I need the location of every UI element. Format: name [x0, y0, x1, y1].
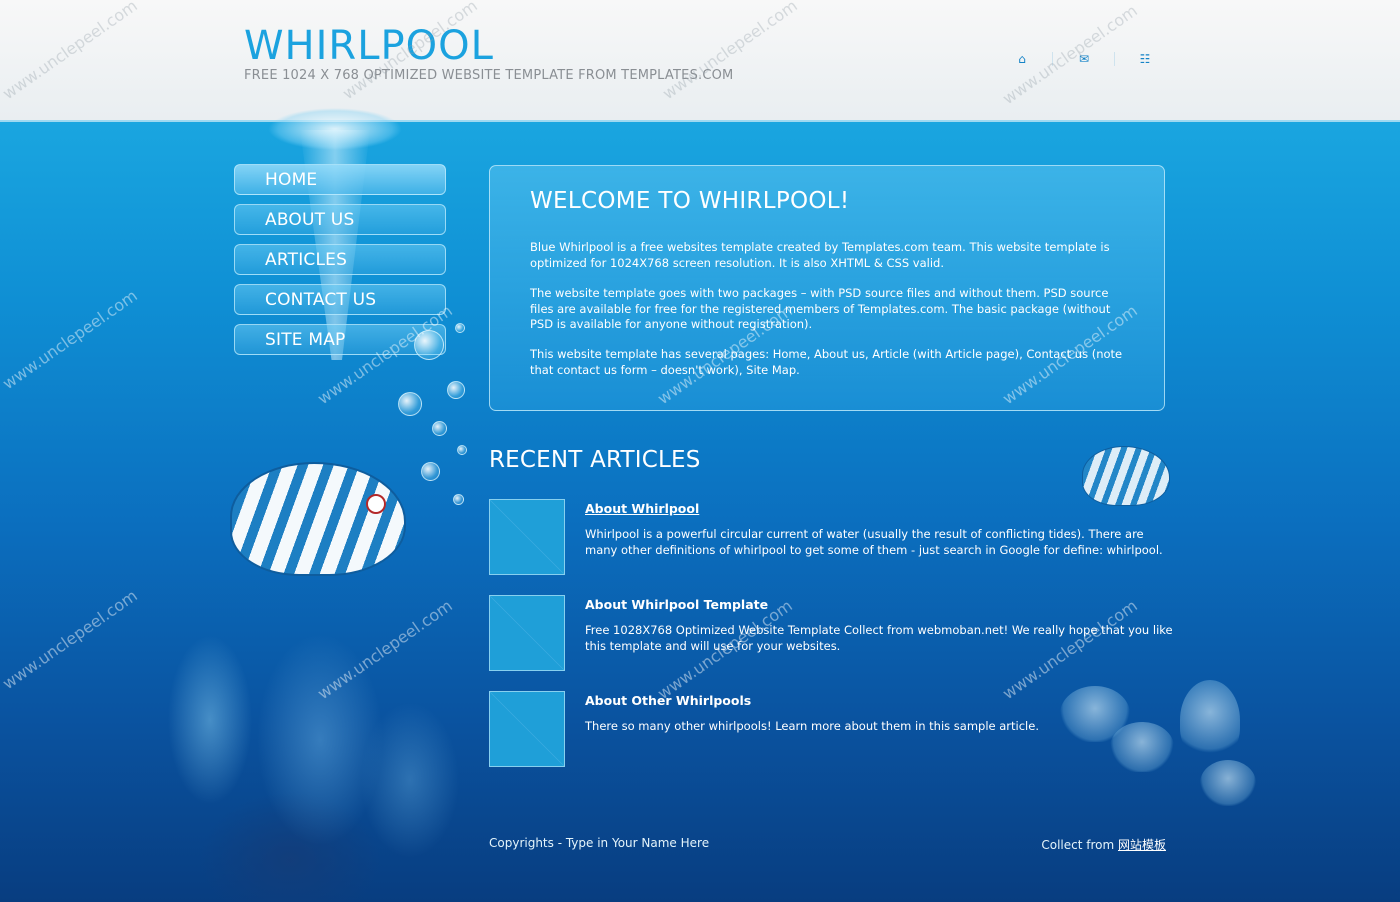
welcome-paragraph: The website template goes with two packa…	[530, 286, 1111, 331]
welcome-panel: WELCOME TO WHIRLPOOL! Blue Whirlpool is …	[489, 165, 1165, 411]
jellyfish-graphic	[1180, 680, 1240, 760]
striped-fish-graphic	[230, 462, 406, 576]
article-item: About Other Whirlpools There so many oth…	[489, 691, 1169, 769]
article-thumbnail[interactable]	[489, 691, 565, 767]
welcome-title: WELCOME TO WHIRLPOOL!	[530, 188, 850, 214]
small-striped-fish-graphic	[1082, 446, 1170, 506]
nav-item-about-us[interactable]: ABOUT US	[234, 204, 446, 235]
welcome-paragraph: Blue Whirlpool is a free websites templa…	[530, 240, 1110, 270]
bubble-graphic	[457, 445, 467, 455]
article-summary: There so many other whirlpools! Learn mo…	[585, 719, 1039, 733]
nav-item-home[interactable]: HOME	[234, 164, 446, 195]
recent-articles-title: RECENT ARTICLES	[489, 447, 701, 473]
logo-title[interactable]: WHIRLPOOL	[244, 22, 494, 70]
footer-copyright: Copyrights - Type in Your Name Here	[489, 836, 710, 850]
home-icon[interactable]: ⌂	[1015, 52, 1029, 66]
coral-reef-graphic	[90, 520, 480, 902]
article-thumbnail[interactable]	[489, 595, 565, 671]
bubble-graphic	[447, 381, 465, 399]
article-item: About Whirlpool Whirlpool is a powerful …	[489, 499, 1169, 577]
bubble-graphic	[455, 323, 465, 333]
article-title-link[interactable]: About Whirlpool Template	[585, 597, 768, 612]
watermark-text: www.unclepeel.com	[0, 285, 141, 394]
fish-eye-graphic	[366, 494, 386, 514]
footer-collect-prefix: Collect from	[1041, 838, 1118, 852]
bubble-graphic	[453, 494, 464, 505]
article-title-link[interactable]: About Whirlpool	[585, 501, 699, 516]
article-thumbnail[interactable]	[489, 499, 565, 575]
nav-item-articles[interactable]: ARTICLES	[234, 244, 446, 275]
logo-tagline: FREE 1024 X 768 OPTIMIZED WEBSITE TEMPLA…	[244, 68, 734, 83]
nav-item-contact-us[interactable]: CONTACT US	[234, 284, 446, 315]
footer-collect: Collect from 网站模板	[1000, 836, 1166, 853]
bubble-graphic	[432, 421, 447, 436]
bubble-graphic	[421, 462, 440, 481]
jellyfish-graphic	[1200, 760, 1256, 806]
footer-collect-link[interactable]: 网站模板	[1118, 838, 1166, 852]
sitemap-icon[interactable]: ☷	[1138, 52, 1152, 66]
icon-divider	[1114, 52, 1115, 66]
bubble-graphic	[398, 392, 422, 416]
article-summary: Whirlpool is a powerful circular current…	[585, 527, 1163, 557]
